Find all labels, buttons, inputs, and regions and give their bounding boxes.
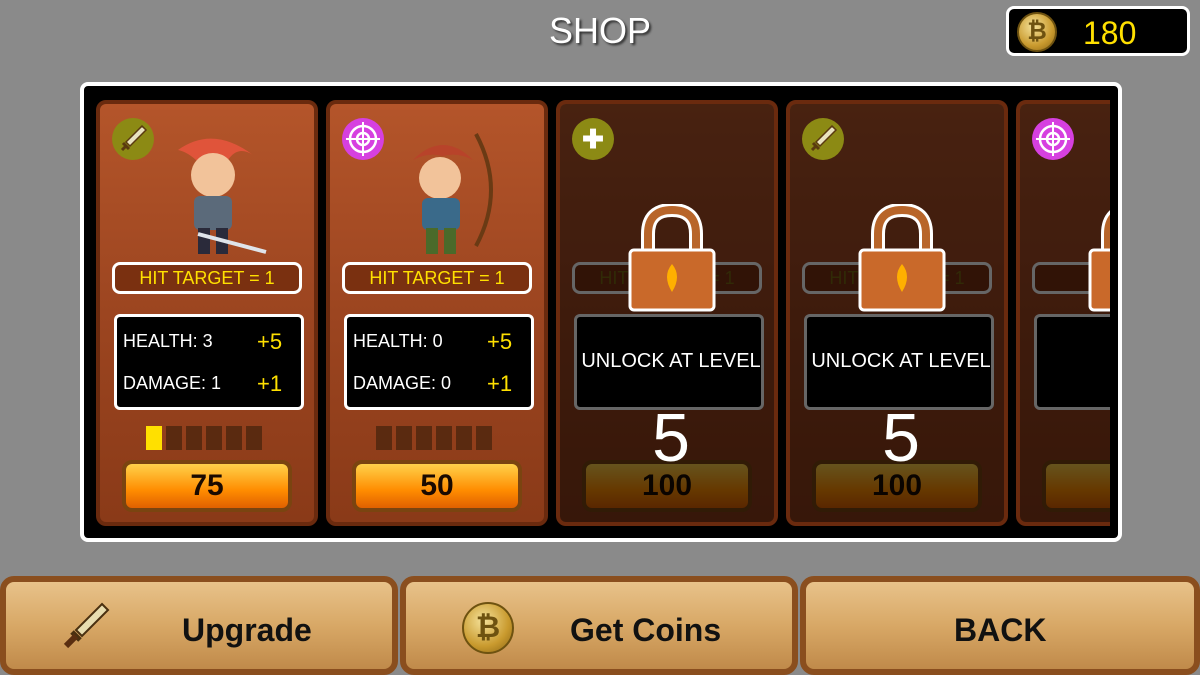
swordsman-portrait-icon xyxy=(178,138,267,254)
target-icon xyxy=(342,118,384,160)
level-pip xyxy=(376,426,392,450)
bitcoin-coin-icon: ₿ xyxy=(462,602,514,654)
stats-box: HEALTH: 0 +5 DAMAGE: 0 +1 xyxy=(344,314,534,410)
upgrade-button[interactable]: Upgrade xyxy=(0,576,398,675)
level-pip xyxy=(396,426,412,450)
price-button[interactable] xyxy=(1042,460,1110,512)
health-bonus: +5 xyxy=(487,329,513,354)
level-pip xyxy=(226,426,242,450)
damage-stat: DAMAGE: 1 xyxy=(123,373,222,393)
unlock-text: UNLOCK AT LEVEL xyxy=(811,350,991,372)
level-pip xyxy=(166,426,182,450)
back-button[interactable]: BACK xyxy=(800,576,1200,675)
sword-icon xyxy=(63,602,110,649)
level-pip xyxy=(456,426,472,450)
lock-icon xyxy=(858,204,946,312)
level-pip xyxy=(146,426,162,450)
upgrade-level-bar xyxy=(376,426,496,450)
character-card-dwarf[interactable]: HIT TARGET = 1 100 UNLOCK AT LEVEL 5 xyxy=(786,100,1008,526)
character-card-archer[interactable]: HIT TARGET = 1 HEALTH: 0 +5 DAMAGE: 0 +1… xyxy=(326,100,548,526)
damage-bonus: +1 xyxy=(487,371,513,396)
sword-icon xyxy=(802,118,844,160)
target-icon xyxy=(1032,118,1074,160)
lock-icon xyxy=(628,204,716,312)
get-coins-button[interactable]: ₿ Get Coins xyxy=(400,576,798,675)
back-label: BACK xyxy=(954,612,1047,648)
upgrade-level-bar xyxy=(146,426,266,450)
character-carousel[interactable]: HIT TARGET = 1 HEALTH: 3 +5 DAMAGE: 1 +1… xyxy=(80,82,1122,542)
character-card-swordsman[interactable]: HIT TARGET = 1 HEALTH: 3 +5 DAMAGE: 1 +1… xyxy=(96,100,318,526)
archer-portrait-icon xyxy=(413,133,493,254)
unlock-level: 5 xyxy=(652,400,690,476)
coin-amount: 180 xyxy=(1083,15,1137,51)
health-bonus: +5 xyxy=(257,329,283,354)
health-stat: HEALTH: 3 xyxy=(123,331,213,351)
upgrade-label: Upgrade xyxy=(182,612,312,648)
price-button[interactable]: 50 xyxy=(352,460,522,512)
coin-balance: ₿ 180 xyxy=(1006,6,1190,56)
level-pip xyxy=(246,426,262,450)
damage-stat: DAMAGE: 0 xyxy=(353,373,452,393)
sword-icon xyxy=(112,118,154,160)
level-pip xyxy=(436,426,452,450)
stats-box xyxy=(1034,314,1110,410)
get-coins-label: Get Coins xyxy=(570,612,722,648)
unlock-message: UNLOCK AT LEVEL 5 xyxy=(560,350,782,477)
level-pip xyxy=(416,426,432,450)
bitcoin-coin-icon: ₿ xyxy=(1017,12,1057,52)
stats-box: HEALTH: 3 +5 DAMAGE: 1 +1 xyxy=(114,314,304,410)
unlock-text: UNLOCK AT LEVEL xyxy=(581,350,761,372)
character-card-wizard[interactable] xyxy=(1016,100,1110,526)
unlock-level: 5 xyxy=(882,400,920,476)
damage-bonus: +1 xyxy=(257,371,283,396)
character-card-healer[interactable]: ✚ HIT TARGET = 1 100 UNLOCK AT LEVEL 5 xyxy=(556,100,778,526)
health-stat: HEALTH: 0 xyxy=(353,331,443,351)
plus-icon: ✚ xyxy=(572,118,614,160)
level-pip xyxy=(476,426,492,450)
unlock-message: UNLOCK AT LEVEL 5 xyxy=(790,350,1012,477)
lock-icon xyxy=(1088,210,1110,312)
hit-target-label: HIT TARGET = 1 xyxy=(112,262,302,294)
level-pip xyxy=(186,426,202,450)
hit-target-label: HIT TARGET = 1 xyxy=(342,262,532,294)
price-button[interactable]: 75 xyxy=(122,460,292,512)
level-pip xyxy=(206,426,222,450)
